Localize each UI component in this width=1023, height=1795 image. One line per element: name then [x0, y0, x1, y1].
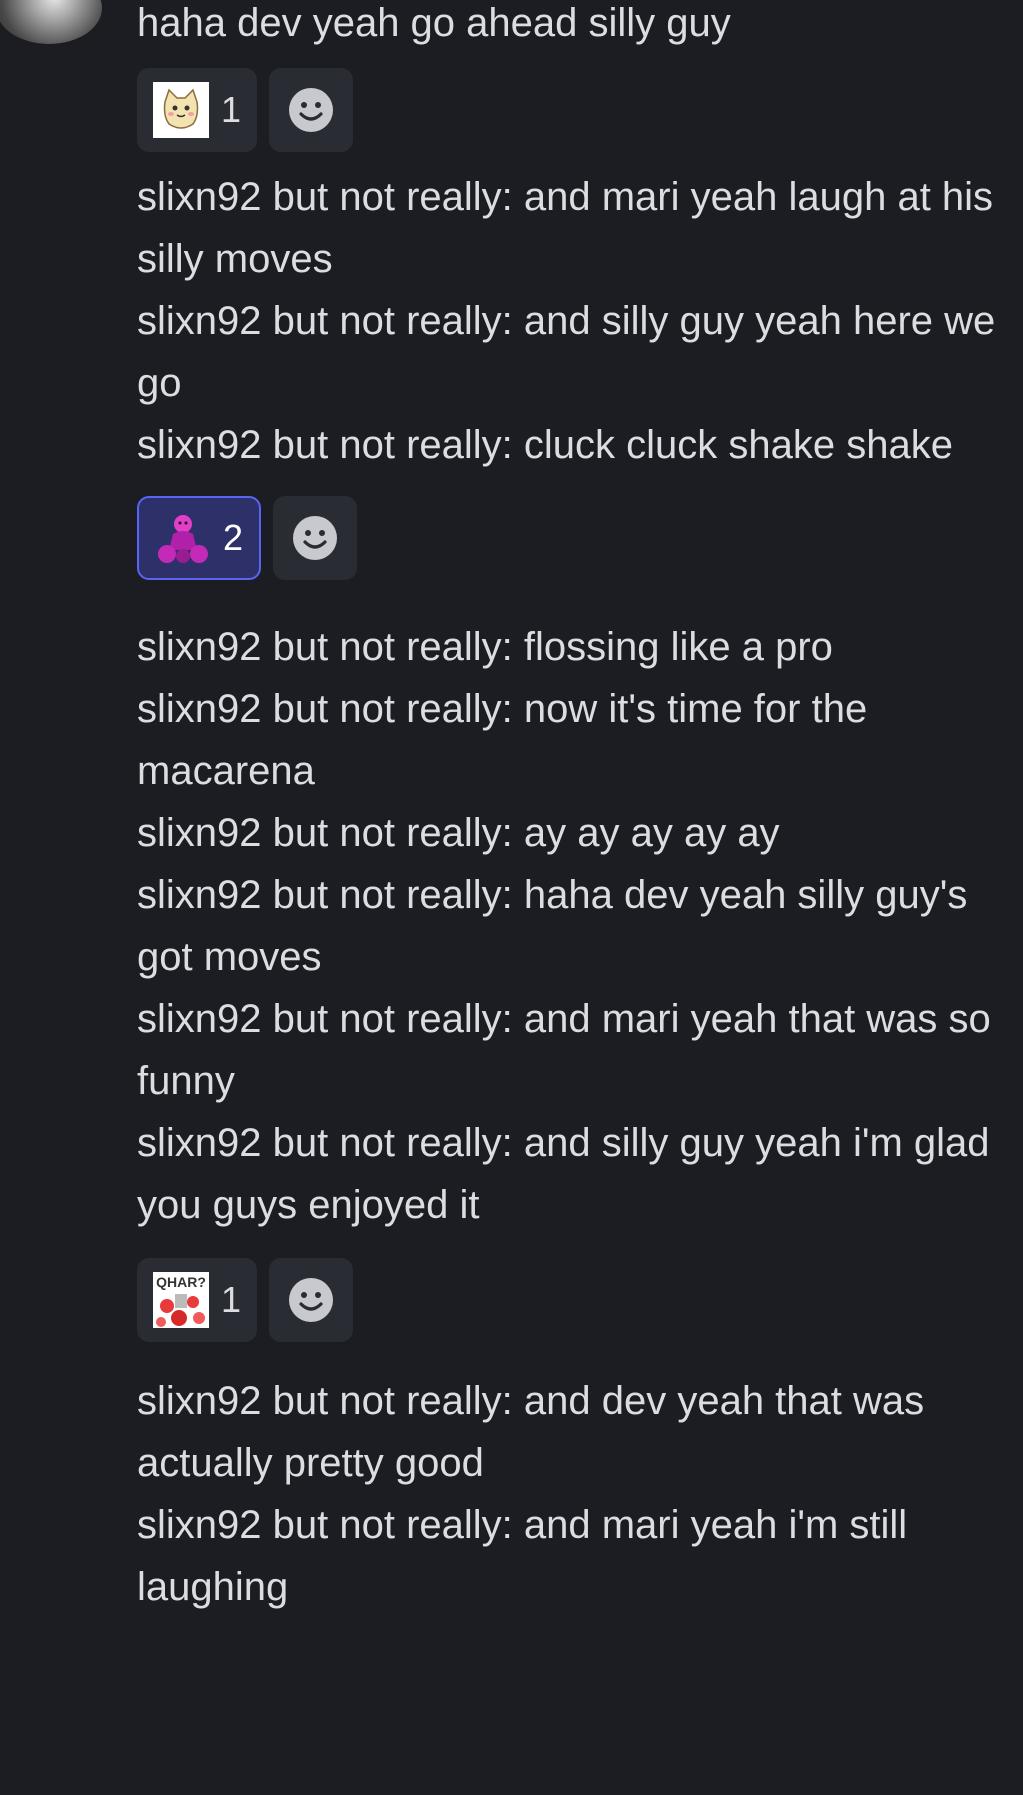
reaction-count: 1	[221, 1279, 242, 1320]
message-text: slixn92 but not really: and dev yeah tha…	[137, 1379, 925, 1485]
reaction-count: 1	[221, 89, 242, 130]
message-text: slixn92 but not really: and silly guy ye…	[137, 1121, 990, 1227]
message-text: slixn92 but not really: now it's time fo…	[137, 687, 868, 793]
message-text: slixn92 but not really: flossing like a …	[137, 625, 833, 669]
reaction-pink-dancer[interactable]: 2	[137, 496, 262, 580]
reaction-bar: 1	[137, 68, 1007, 152]
message-text: slixn92 but not really: haha dev yeah si…	[137, 873, 968, 979]
message-text: slixn92 but not really: and mari yeah i'…	[137, 1503, 908, 1609]
message-text: slixn92 but not really: cluck cluck shak…	[137, 423, 953, 467]
message-text: slixn92 but not really: ay ay ay ay ay	[137, 811, 780, 855]
user-avatar[interactable]	[0, 0, 102, 44]
smiley-icon	[293, 516, 338, 560]
smiley-icon	[289, 1278, 334, 1322]
reaction-bar: QHAR? 1	[137, 1258, 1007, 1342]
pink-dancer-emoji	[158, 515, 208, 563]
add-reaction-button[interactable]	[269, 68, 354, 152]
message-text: slixn92 but not really: and mari yeah th…	[137, 997, 991, 1103]
reaction-bar: 2	[137, 496, 1007, 580]
cat-sticker-emoji	[153, 82, 209, 138]
reaction-qhar-meme[interactable]: QHAR? 1	[137, 1258, 258, 1342]
message-text: haha dev yeah go ahead silly guy	[137, 1, 731, 45]
message-text: slixn92 but not really: and silly guy ye…	[137, 299, 996, 405]
message-feed: haha dev yeah go ahead silly guy 1 slixn…	[137, 0, 1007, 1618]
message-text: slixn92 but not really: and mari yeah la…	[137, 175, 994, 281]
reaction-cat-sticker[interactable]: 1	[137, 68, 258, 152]
smiley-icon	[289, 88, 334, 132]
add-reaction-button[interactable]	[273, 496, 358, 580]
reaction-count: 2	[223, 517, 244, 558]
qhar-meme-emoji: QHAR?	[153, 1272, 209, 1328]
svg-text:QHAR?: QHAR?	[156, 1274, 206, 1290]
add-reaction-button[interactable]	[269, 1258, 354, 1342]
